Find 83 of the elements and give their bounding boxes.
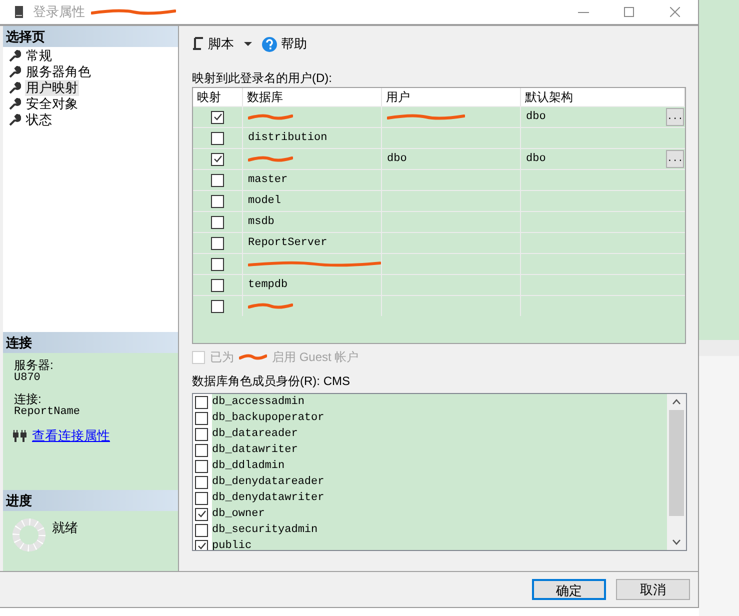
checkbox[interactable]: [195, 476, 208, 488]
table-cell-text: master: [248, 172, 288, 188]
table-cell-text: dbo: [526, 152, 546, 167]
wrench-icon: [9, 98, 21, 110]
dialog-button[interactable]: 取消: [616, 579, 690, 600]
checkbox[interactable]: [211, 110, 224, 124]
table-cell-text: ReportServer: [248, 236, 328, 251]
server-name: U870: [14, 372, 42, 385]
checkbox[interactable]: [211, 258, 224, 270]
connection-properties-link[interactable]: 查看连接属性: [32, 426, 110, 446]
browse-button[interactable]: ...: [666, 108, 684, 126]
browse-button[interactable]: ...: [666, 150, 684, 168]
checkbox[interactable]: [195, 460, 208, 472]
script-button[interactable]: 脚本: [208, 34, 234, 54]
scrollbar[interactable]: [667, 394, 686, 550]
table-cell-text: distribution: [248, 130, 328, 146]
connection-name: ReportName: [14, 406, 82, 419]
window-title: 登录属性: [33, 3, 85, 22]
checkbox[interactable]: [211, 174, 224, 186]
column-header: 默认架构: [521, 88, 685, 106]
checkbox[interactable]: [211, 194, 224, 208]
checkbox[interactable]: [195, 508, 208, 520]
role-name[interactable]: db_denydatareader: [212, 474, 667, 490]
checkbox[interactable]: [211, 236, 224, 250]
role-name[interactable]: db_denydatawriter: [212, 490, 667, 506]
connection-label: 连接:: [14, 393, 42, 406]
checkbox[interactable]: [211, 152, 224, 166]
script-icon: [192, 37, 204, 51]
wrench-icon: [9, 66, 21, 78]
checkbox[interactable]: [211, 300, 224, 312]
checkbox[interactable]: [211, 132, 224, 144]
checkbox[interactable]: [195, 444, 208, 456]
server-icon: [15, 6, 23, 18]
guest-label: 启用 Guest 帐户: [272, 349, 359, 366]
checkbox[interactable]: [195, 396, 208, 408]
checkbox[interactable]: [211, 278, 224, 292]
column-header: 映射: [193, 88, 243, 106]
checkbox[interactable]: [195, 524, 208, 536]
checkbox[interactable]: [195, 540, 208, 550]
table-cell-text: msdb: [248, 214, 274, 230]
close-icon: [670, 7, 680, 17]
status-text: 就绪: [52, 519, 78, 537]
help-icon: [262, 36, 277, 52]
section-header: 连接: [3, 332, 178, 353]
dialog-button[interactable]: 确定: [532, 579, 606, 600]
sidebar-item[interactable]: 状态: [25, 112, 53, 128]
table-cell-text: model: [248, 194, 282, 209]
table-cell-text: dbo: [526, 110, 546, 125]
column-header: 用户: [382, 88, 521, 106]
redaction-mark: [239, 353, 267, 361]
checkbox[interactable]: [195, 492, 208, 504]
role-name[interactable]: db_accessadmin: [212, 394, 667, 410]
role-name[interactable]: db_securityadmin: [212, 522, 667, 538]
wrench-icon: [9, 114, 21, 126]
wrench-icon: [9, 82, 21, 94]
roles-label: 数据库角色成员身份(R): CMS: [192, 375, 351, 387]
help-button[interactable]: 帮助: [281, 34, 307, 54]
progress-spinner-icon: [12, 518, 46, 552]
sidebar-item[interactable]: 安全对象: [25, 96, 79, 112]
column-header: 数据库: [243, 88, 382, 106]
mapping-label: 映射到此登录名的用户(D):: [192, 72, 333, 84]
checkbox[interactable]: [195, 412, 208, 424]
role-name[interactable]: db_owner: [212, 506, 667, 522]
role-name[interactable]: db_backupoperator: [212, 410, 667, 426]
role-name[interactable]: db_datareader: [212, 426, 667, 442]
table-cell-text: tempdb: [248, 278, 288, 293]
server-label: 服务器:: [14, 359, 54, 372]
plug-icon: [13, 430, 27, 442]
section-header: 进度: [3, 490, 178, 511]
sidebar-item[interactable]: 用户映射: [25, 80, 79, 96]
table-cell-text: dbo: [387, 152, 407, 167]
section-header: 选择页: [3, 26, 178, 47]
caret-icon[interactable]: [244, 42, 252, 46]
guest-label: 已为: [210, 349, 234, 366]
checkbox[interactable]: [211, 216, 224, 228]
wrench-icon: [9, 50, 21, 62]
maximize-icon: [624, 7, 634, 17]
role-name[interactable]: db_ddladmin: [212, 458, 667, 474]
role-name[interactable]: public: [212, 538, 667, 550]
role-name[interactable]: db_datawriter: [212, 442, 667, 458]
checkbox[interactable]: [195, 428, 208, 440]
sidebar-item[interactable]: 常规: [25, 48, 53, 64]
sidebar-item[interactable]: 服务器角色: [25, 64, 92, 80]
